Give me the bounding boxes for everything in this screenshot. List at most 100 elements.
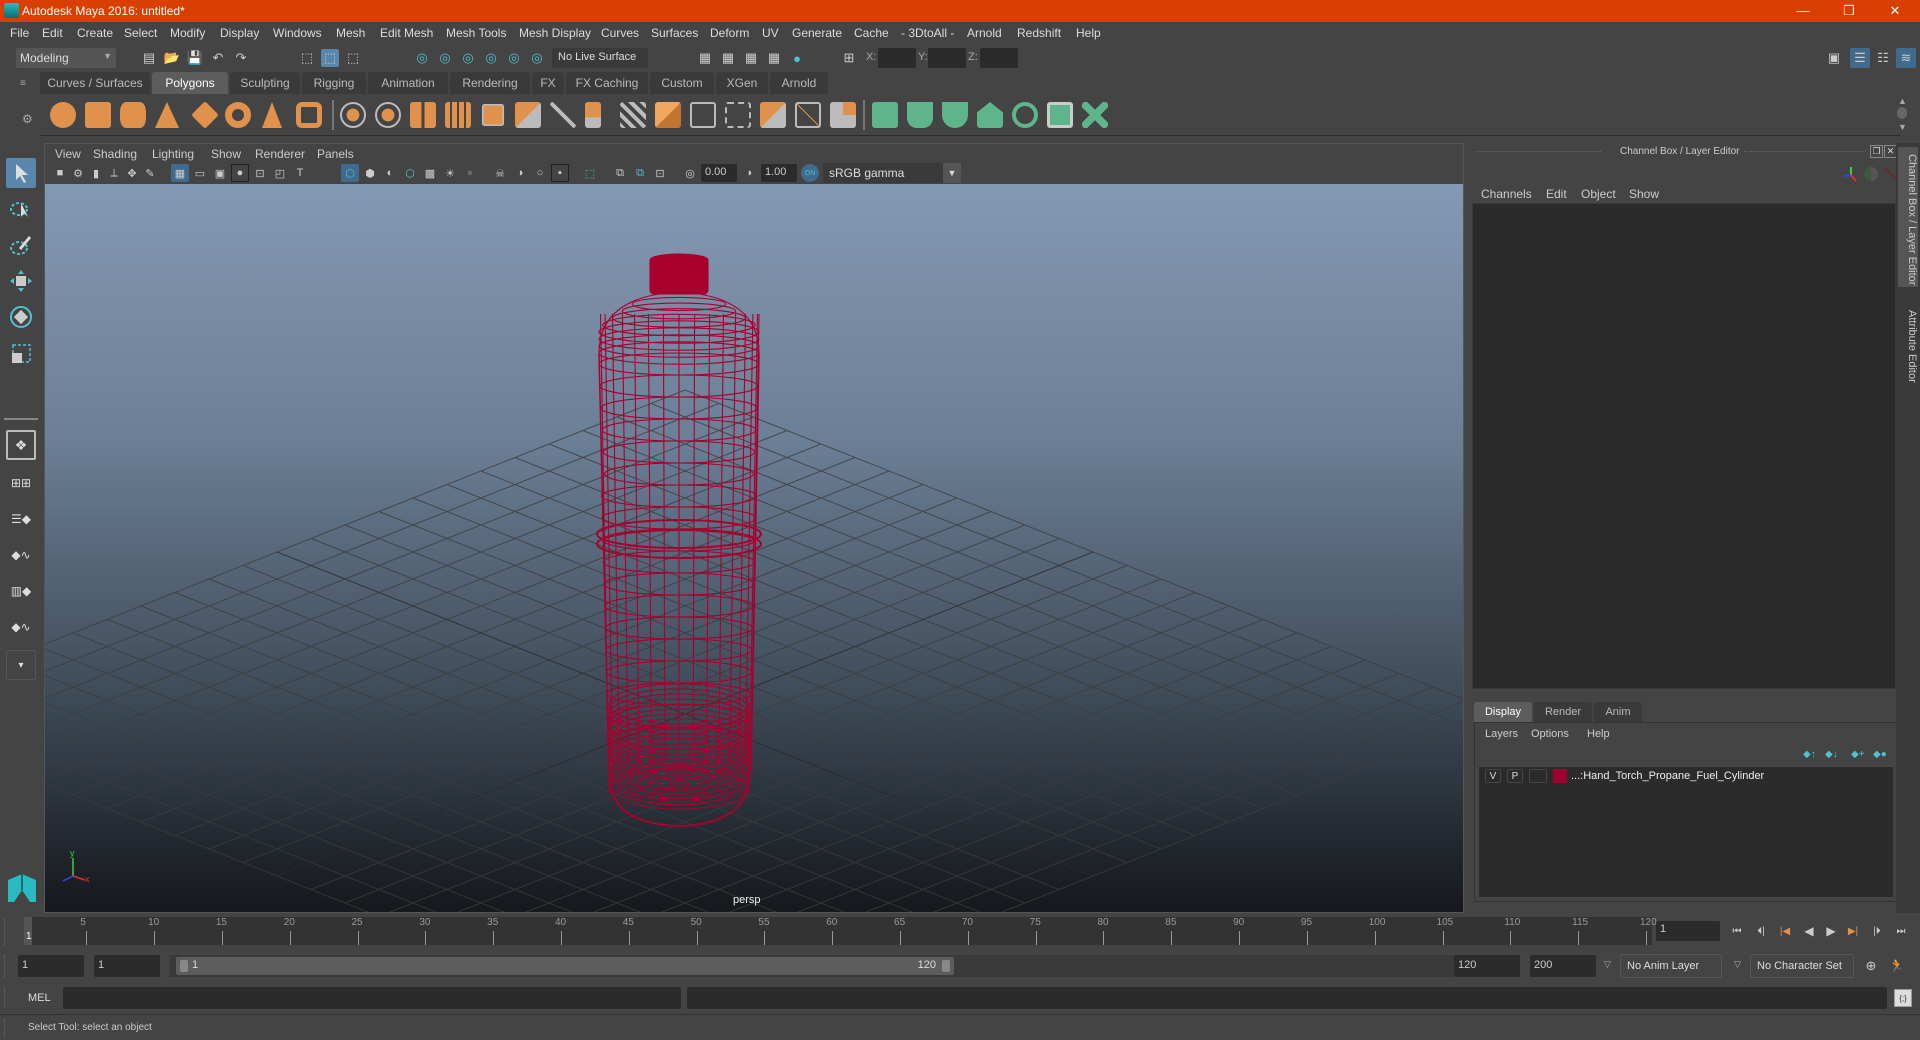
poly-cone-icon[interactable] (155, 102, 179, 128)
shelf-scroll-up-icon[interactable]: ▲ (1898, 96, 1907, 106)
shelf-menu-icon[interactable]: ≡ (20, 78, 34, 89)
range-start-handle[interactable] (180, 960, 188, 972)
camera-attributes-icon[interactable]: ⚙ (69, 164, 87, 182)
shelf-scroll-down-icon[interactable]: ▼ (1898, 122, 1907, 132)
float-panel-icon[interactable]: ❐ (1870, 145, 1883, 158)
cut-sew-uv-icon[interactable] (1082, 102, 1108, 128)
anti-aliasing-icon[interactable]: ○ (531, 164, 549, 182)
grid-toggle-icon[interactable]: ▦ (171, 164, 189, 182)
tab-display[interactable]: Display (1474, 702, 1532, 722)
timeline-track[interactable]: 5 10 15 20 25 30 35 40 45 50 55 60 65 70 75 80 85 90 95 100… (24, 917, 1657, 945)
hypershade-icon[interactable]: ● (788, 49, 806, 67)
viewport-menu-lighting[interactable]: Lighting (152, 147, 194, 161)
rotate-tool-icon[interactable] (6, 302, 36, 332)
tab-render[interactable]: Render (1534, 702, 1592, 722)
go-to-end-icon[interactable]: ⏭ (1892, 922, 1910, 940)
select-by-object-icon[interactable]: ⬚ (321, 49, 339, 67)
menu-curves[interactable]: Curves (601, 26, 639, 40)
tab-rendering[interactable]: Rendering (450, 72, 530, 94)
cylindrical-map-icon[interactable] (907, 102, 933, 128)
gate-mask-icon[interactable]: ● (231, 164, 249, 182)
poly-sphere-icon[interactable] (50, 102, 76, 128)
connect-icon[interactable] (830, 102, 856, 128)
depth-of-field-icon[interactable]: ▪ (551, 164, 569, 182)
insert-edge-loop-icon[interactable] (725, 102, 751, 128)
xray-components-icon[interactable]: ⊡ (651, 164, 669, 182)
move-tool-icon[interactable] (6, 266, 36, 296)
motion-blur-icon[interactable]: ◑ (511, 164, 529, 182)
layer-name[interactable]: ...:Hand_Torch_Propane_Fuel_Cylinder (1571, 770, 1764, 782)
perspective-viewport[interactable]: y x persp (45, 184, 1463, 912)
lasso-tool-icon[interactable] (6, 194, 36, 224)
uv-editor-icon[interactable] (1047, 102, 1073, 128)
menu-deform[interactable]: Deform (710, 26, 749, 40)
move-layer-up-icon[interactable]: ◆↑ (1803, 749, 1816, 760)
step-back-frame-icon[interactable]: ⏴| (1752, 922, 1770, 940)
snap-view-plane-icon[interactable]: ◎ (482, 49, 500, 67)
single-perspective-layout-icon[interactable]: ❖ (6, 430, 36, 460)
xray-joints-icon[interactable]: ⧉ (631, 164, 649, 182)
z-coord-field[interactable] (980, 48, 1018, 68)
move-layer-down-icon[interactable]: ◆↓ (1825, 749, 1838, 760)
channel-menu-channels[interactable]: Channels (1481, 187, 1532, 201)
auto-key-icon[interactable]: ⊕ (1862, 957, 1880, 975)
start-time-field[interactable]: 1 (18, 955, 84, 977)
drag-handle[interactable] (4, 1019, 7, 1037)
smooth-icon[interactable] (445, 102, 471, 128)
spherical-map-icon[interactable] (942, 102, 968, 128)
render-frame-icon[interactable]: ▦ (719, 49, 737, 67)
append-polygon-icon[interactable] (655, 102, 681, 128)
persp-graph-outliner-layout-icon[interactable]: ◆∿ (6, 612, 36, 642)
menu-edit-mesh[interactable]: Edit Mesh (380, 26, 433, 40)
manipulator-icon[interactable] (1842, 165, 1860, 183)
drag-handle[interactable] (4, 919, 7, 945)
tab-sculpting[interactable]: Sculpting (230, 72, 300, 94)
layer-menu-help[interactable]: Help (1587, 728, 1610, 740)
four-view-layout-icon[interactable]: ⊞⊞ (6, 468, 36, 498)
target-weld-icon[interactable] (760, 102, 786, 128)
safe-title-icon[interactable]: T (291, 164, 309, 182)
anim-end-field[interactable]: 120 (1454, 955, 1520, 977)
menu-uv[interactable]: UV (762, 26, 779, 40)
range-end-handle[interactable] (942, 960, 950, 972)
automatic-map-icon[interactable] (977, 102, 1003, 128)
resolution-gate-icon[interactable]: ▣ (211, 164, 229, 182)
quad-draw-icon[interactable] (795, 102, 821, 128)
tool-settings-icon[interactable]: ☷ (1874, 49, 1892, 67)
side-tab-channel-box[interactable]: Channel Box / Layer Editor (1898, 147, 1918, 287)
snap-curve-icon[interactable]: ◎ (436, 49, 454, 67)
play-forwards-icon[interactable]: ▶ (1822, 922, 1840, 940)
select-by-hierarchy-icon[interactable]: ⬚ (298, 49, 316, 67)
select-camera-icon[interactable]: ■ (51, 164, 69, 182)
viewport-menu-view[interactable]: View (55, 147, 81, 161)
exposure-icon[interactable]: ◎ (681, 164, 699, 182)
film-gate-icon[interactable]: ▭ (191, 164, 209, 182)
character-set-dropdown[interactable]: No Character Set (1750, 954, 1854, 978)
scale-tool-icon[interactable] (6, 338, 36, 368)
redo-icon[interactable]: ↷ (232, 49, 250, 67)
mirror-icon[interactable] (410, 102, 436, 128)
anim-layer-dropdown[interactable]: No Anim Layer (1620, 954, 1722, 978)
fill-hole-icon[interactable] (690, 102, 716, 128)
ipr-render-icon[interactable]: ▦ (742, 49, 760, 67)
save-scene-icon[interactable]: 💾 (186, 49, 204, 67)
current-frame-field[interactable]: 1 (1656, 921, 1720, 941)
step-back-key-icon[interactable]: |◀ (1776, 922, 1794, 940)
menu-modify[interactable]: Modify (170, 26, 205, 40)
shelf-scrollbar[interactable] (1897, 107, 1907, 119)
menu-3dtoall[interactable]: - 3DtoAll - (901, 26, 954, 40)
shadows-icon[interactable]: ● (461, 164, 479, 182)
planar-map-icon[interactable] (872, 102, 898, 128)
select-tool-icon[interactable] (6, 158, 36, 188)
new-layer-selected-icon[interactable]: ◆● (1873, 749, 1887, 760)
layer-reference-toggle[interactable] (1529, 769, 1547, 783)
menu-surfaces[interactable]: Surfaces (651, 26, 698, 40)
animation-preferences-icon[interactable]: 🏃 (1888, 957, 1906, 975)
attribute-editor-toggle-icon[interactable]: ☰ (1850, 48, 1870, 68)
end-time-field[interactable]: 200 (1530, 955, 1596, 977)
menu-windows[interactable]: Windows (273, 26, 322, 40)
poly-pyramid-icon[interactable] (262, 102, 282, 128)
poly-diamond-icon[interactable] (191, 101, 219, 129)
tab-polygons[interactable]: Polygons (152, 72, 228, 94)
new-scene-icon[interactable]: ▤ (140, 49, 158, 67)
